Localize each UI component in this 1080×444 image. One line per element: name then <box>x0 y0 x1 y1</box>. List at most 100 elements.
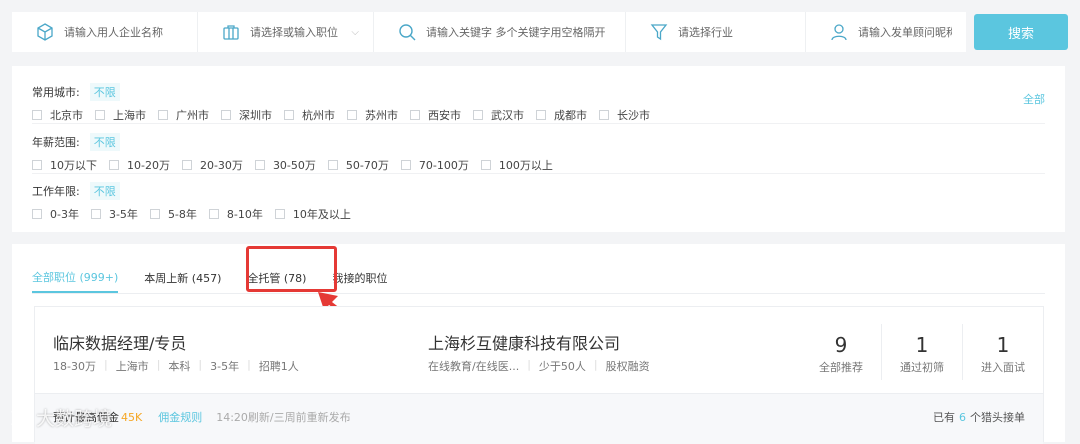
chevron-down-icon: ⌵ <box>351 26 359 38</box>
refresh-time: 14:20刷新/三周前重新发布 <box>216 411 351 424</box>
salary-filter-title: 年薪范围: <box>32 136 80 149</box>
salary-filter: 年薪范围: 不限 10万以下 10-20万 20-30万 30-50万 50-70万 70-… <box>32 133 1045 173</box>
salary-option[interactable]: 100万以上 <box>480 157 553 173</box>
watermark: 大数跨境 <box>8 404 112 431</box>
checkbox[interactable] <box>158 110 168 120</box>
company-search-field[interactable]: 请输入用人企业名称 <box>12 12 198 52</box>
industry-select[interactable]: 请选择行业 <box>626 12 806 52</box>
experience-option-label: 5-8年 <box>167 208 197 221</box>
experience-option[interactable]: 8-10年 <box>208 206 263 222</box>
salary-option-label: 70-100万 <box>418 159 469 172</box>
company-meta-item: 在线教育/在线医... <box>428 360 520 373</box>
experience-option-label: 10年及以上 <box>292 208 351 221</box>
salary-option-label: 30-50万 <box>272 159 316 172</box>
city-option-label: 上海市 <box>113 109 146 122</box>
experience-option-label: 0-3年 <box>50 208 79 221</box>
experience-option[interactable]: 5-8年 <box>149 206 197 222</box>
stat-block[interactable]: 1 通过初筛 <box>881 324 962 380</box>
checkbox[interactable] <box>274 209 285 219</box>
user-icon <box>828 21 850 43</box>
checkbox[interactable] <box>32 110 42 120</box>
hunters-count-text: 已有 6 个猎头接单 <box>933 409 1025 425</box>
divider <box>32 123 1045 124</box>
checkbox[interactable] <box>208 209 219 219</box>
cube-icon <box>34 21 56 43</box>
keyword-search-field[interactable]: 请输入关键字 多个关键字用空格隔开 <box>374 12 626 52</box>
checkbox[interactable] <box>221 110 231 120</box>
checkbox[interactable] <box>181 160 192 170</box>
stat-value: 9 <box>834 333 848 357</box>
position-select[interactable]: 请选择或输入职位 ⌵ <box>198 12 374 52</box>
checkbox[interactable] <box>327 160 338 170</box>
checkbox[interactable] <box>109 160 119 170</box>
city-option[interactable]: 长沙市 <box>599 107 650 123</box>
job-meta: 18-30万 | 上海市 | 本科 | 3-5年 | 招聘1人 <box>53 358 299 374</box>
salary-option-label: 20-30万 <box>199 159 243 172</box>
experience-unlimited[interactable]: 不限 <box>89 182 120 200</box>
briefcase-icon <box>220 21 242 43</box>
stat-block[interactable]: 1 进入面试 <box>962 324 1043 380</box>
company-name[interactable]: 上海杉互健康科技有限公司 <box>428 330 620 354</box>
search-bar: 请输入用人企业名称 请选择或输入职位 ⌵ 请输入关键字 多个关键字用空格隔开 请… <box>12 12 1068 52</box>
hunters-count: 6 <box>959 411 966 424</box>
salary-option[interactable]: 50-70万 <box>327 157 389 173</box>
all-cities-link[interactable]: 全部 <box>1023 91 1045 107</box>
city-option-label: 成都市 <box>554 109 587 122</box>
tab-0[interactable]: 全部职位 (999+) <box>32 262 119 293</box>
city-option[interactable]: 西安市 <box>410 107 461 123</box>
checkbox[interactable] <box>254 160 265 170</box>
checkbox[interactable] <box>400 160 411 170</box>
salary-option[interactable]: 20-30万 <box>181 157 243 173</box>
experience-option-label: 8-10年 <box>226 208 263 221</box>
advisor-search-field[interactable]: 请输入发单顾问昵称 <box>806 12 966 52</box>
salary-option[interactable]: 10万以下 <box>32 157 97 173</box>
commission-rule-link[interactable]: 佣金规则 <box>158 409 202 425</box>
city-unlimited[interactable]: 不限 <box>89 83 120 101</box>
checkbox[interactable] <box>95 110 105 120</box>
checkbox[interactable] <box>32 209 42 219</box>
commission-value: 45K <box>121 410 143 424</box>
checkbox[interactable] <box>90 209 101 219</box>
experience-option[interactable]: 10年及以上 <box>274 206 351 222</box>
job-title[interactable]: 临床数据经理/专员 <box>53 330 186 354</box>
city-option[interactable]: 杭州市 <box>284 107 335 123</box>
salary-option[interactable]: 10-20万 <box>109 157 170 173</box>
checkbox[interactable] <box>473 110 483 120</box>
tab-1[interactable]: 本周上新 (457) <box>144 262 221 293</box>
job-meta-item: 招聘1人 <box>258 360 299 373</box>
salary-unlimited[interactable]: 不限 <box>89 133 120 151</box>
watermark-text: 大数跨境 <box>36 408 113 430</box>
city-option[interactable]: 深圳市 <box>221 107 272 123</box>
city-option[interactable]: 武汉市 <box>473 107 524 123</box>
job-tabs: 全部职位 (999+) 本周上新 (457) 全托管 (78) 我接的职位 <box>32 262 1045 294</box>
stat-label: 进入面试 <box>981 361 1025 374</box>
city-option[interactable]: 北京市 <box>32 107 83 123</box>
checkbox[interactable] <box>599 110 609 120</box>
checkbox[interactable] <box>347 110 357 120</box>
salary-option-label: 100万以上 <box>498 159 553 172</box>
stat-label: 通过初筛 <box>900 361 944 374</box>
salary-option[interactable]: 30-50万 <box>254 157 316 173</box>
city-option[interactable]: 广州市 <box>158 107 209 123</box>
salary-option-label: 10万以下 <box>50 159 97 172</box>
city-option[interactable]: 上海市 <box>95 107 146 123</box>
experience-option[interactable]: 0-3年 <box>32 206 79 222</box>
checkbox[interactable] <box>536 110 546 120</box>
city-option[interactable]: 成都市 <box>536 107 587 123</box>
search-button[interactable]: 搜索 <box>974 14 1068 50</box>
salary-option[interactable]: 70-100万 <box>400 157 469 173</box>
stat-label: 全部推荐 <box>819 361 863 374</box>
stat-value: 1 <box>915 333 929 357</box>
city-option[interactable]: 苏州市 <box>347 107 398 123</box>
checkbox[interactable] <box>149 209 160 219</box>
stat-block[interactable]: 9 全部推荐 <box>801 324 881 380</box>
checkbox[interactable] <box>32 160 42 170</box>
checkbox[interactable] <box>480 160 491 170</box>
checkbox[interactable] <box>284 110 294 120</box>
job-card[interactable]: 临床数据经理/专员 18-30万 | 上海市 | 本科 | 3-5年 | 招聘1人 上海杉互健康… <box>34 306 1044 444</box>
stat-value: 1 <box>996 333 1010 357</box>
salary-option-label: 10-20万 <box>127 159 170 172</box>
experience-option[interactable]: 3-5年 <box>90 206 138 222</box>
city-option-label: 深圳市 <box>239 109 272 122</box>
checkbox[interactable] <box>410 110 420 120</box>
